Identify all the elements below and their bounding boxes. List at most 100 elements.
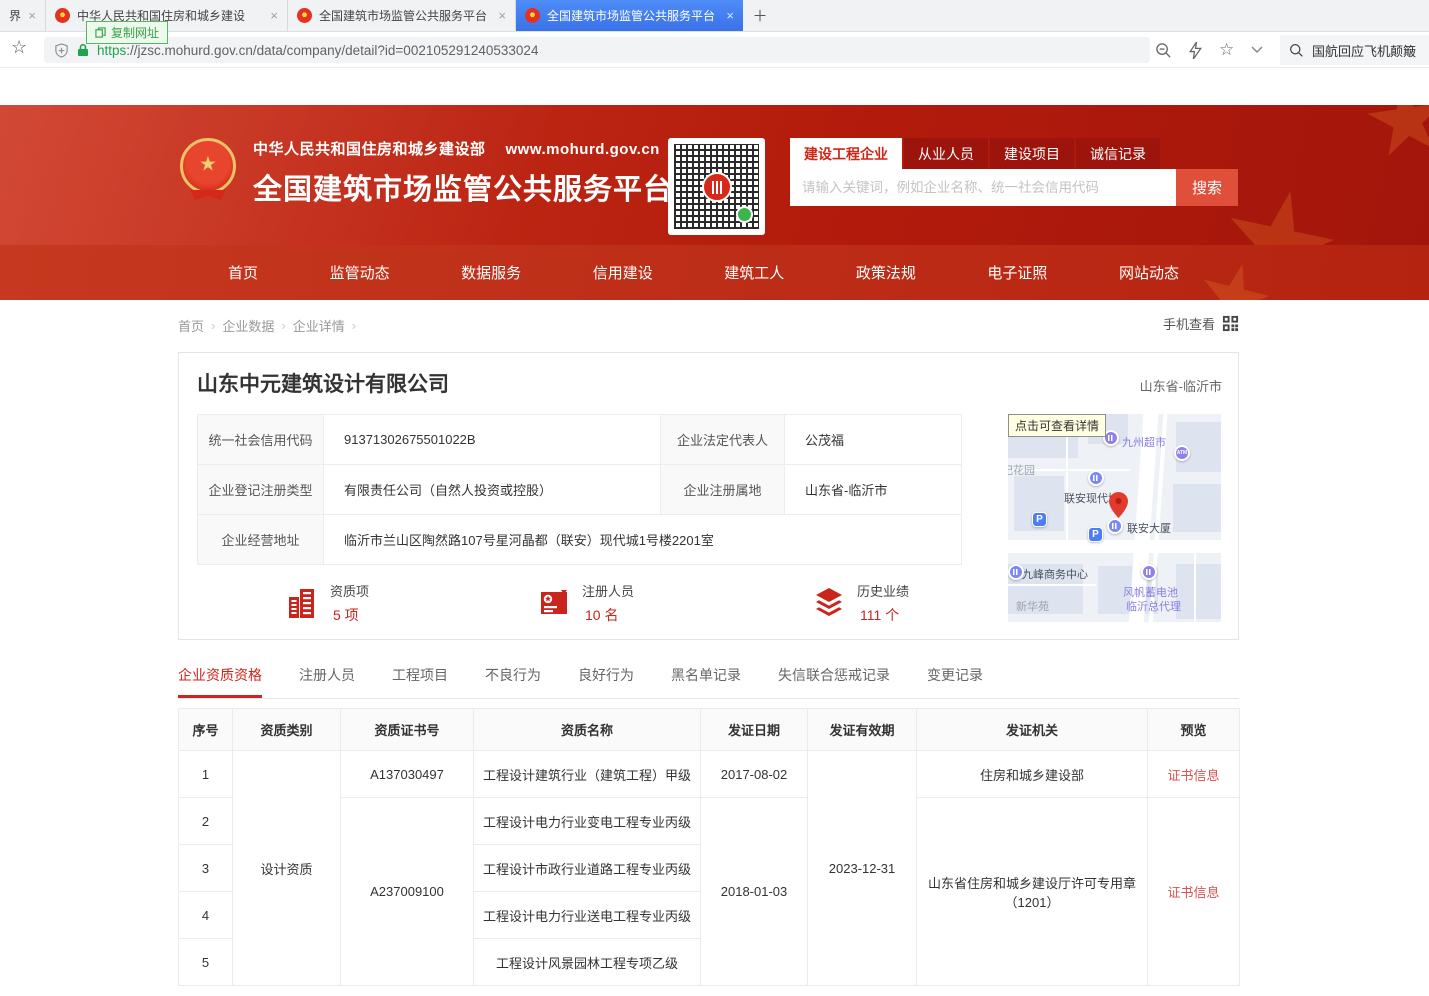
nav-item-workers[interactable]: 建筑工人 <box>724 262 784 283</box>
browser-tab-jzsc-active[interactable]: 全国建筑市场监管公共服务平台 × <box>516 0 743 31</box>
certificate-info-link[interactable]: 证书信息 <box>1167 768 1219 783</box>
breadcrumb-home[interactable]: 首页 <box>178 316 204 335</box>
tab-title: 界 <box>9 7 21 24</box>
certificate-icon <box>537 586 571 620</box>
tab-close-icon[interactable]: × <box>498 8 506 23</box>
shield-plus-icon[interactable] <box>54 43 69 58</box>
stat-registered-personnel: 注册人员10 名 <box>537 581 634 625</box>
modern-city-pin-icon <box>1088 470 1104 486</box>
table-header-row: 序号 资质类别 资质证书号 资质名称 发证日期 发证有效期 发证机关 预览 <box>179 709 1240 751</box>
tab-close-icon[interactable]: × <box>726 8 734 23</box>
building-icon <box>285 586 319 620</box>
tab-good-behavior[interactable]: 良好行为 <box>578 665 634 698</box>
search-button[interactable]: 搜索 <box>1176 169 1238 206</box>
search-tab-project[interactable]: 建设项目 <box>990 138 1074 169</box>
stat-label: 资质项 <box>330 581 369 600</box>
nav-item-home[interactable]: 首页 <box>228 262 258 283</box>
cell-issuer: 山东省住房和城乡建设厅许可专用章 （1201） <box>917 798 1148 986</box>
nav-item-site-news[interactable]: 网站动态 <box>1119 262 1179 283</box>
toolbar-icon-group: ☆ <box>1155 37 1263 63</box>
lightning-icon[interactable] <box>1189 42 1202 59</box>
company-card: 山东中元建筑设计有限公司 山东省-临沂市 统一社会信用代码 9137130267… <box>178 352 1239 640</box>
col-header: 序号 <box>179 709 233 751</box>
breadcrumb-company-detail[interactable]: 企业详情 <box>293 316 345 335</box>
browser-tab-jzsc-1[interactable]: 全国建筑市场监管公共服务平台 × <box>288 0 516 31</box>
info-value: 公茂福 <box>785 415 962 465</box>
certificate-info-link[interactable]: 证书信息 <box>1167 885 1219 900</box>
decor-star <box>1362 105 1429 165</box>
company-name: 山东中元建筑设计有限公司 <box>197 368 449 398</box>
nav-item-credit[interactable]: 信用建设 <box>593 262 653 283</box>
cell-validity: 2023-12-31 <box>808 751 917 986</box>
quick-search-box[interactable]: 国航回应飞机颠簸 <box>1280 35 1429 65</box>
tab-qualifications[interactable]: 企业资质资格 <box>178 665 262 698</box>
browser-tab-partial[interactable]: 界 × <box>0 0 46 31</box>
new-tab-button[interactable]: ＋ <box>743 0 777 31</box>
map-label-xinhua: 新华苑 <box>1016 598 1049 614</box>
header-search: 建设工程企业 从业人员 建设项目 诚信记录 搜索 <box>790 138 1238 206</box>
tab-bad-behavior[interactable]: 不良行为 <box>485 665 541 698</box>
tab-change-records[interactable]: 变更记录 <box>927 665 983 698</box>
page-content: 中华人民共和国住房和城乡建设部www.mohurd.gov.cn 全国建筑市场监… <box>0 68 1429 996</box>
qualification-table: 序号 资质类别 资质证书号 资质名称 发证日期 发证有效期 发证机关 预览 1 … <box>178 708 1240 986</box>
site-header: 中华人民共和国住房和城乡建设部www.mohurd.gov.cn 全国建筑市场监… <box>0 105 1429 245</box>
info-value: 临沂市兰山区陶然路107号星河晶都（联安）现代城1号楼2201室 <box>324 515 962 565</box>
bookmark-star-icon[interactable]: ☆ <box>11 37 27 58</box>
cell-issue-date: 2018-01-03 <box>701 798 808 986</box>
copy-url-tooltip[interactable]: 复制网址 <box>86 21 168 44</box>
tab-blacklist[interactable]: 黑名单记录 <box>671 665 741 698</box>
table-row: 企业登记注册类型 有限责任公司（自然人投资或控股） 企业注册属地 山东省-临沂市 <box>198 465 962 515</box>
tab-registered-personnel[interactable]: 注册人员 <box>299 665 355 698</box>
location-map[interactable]: 点击可查看详情 九州超市 纪花园 联安现代城 联安大厦 P P 九峰商务中心 风… <box>1008 414 1221 622</box>
keyword-search-input[interactable] <box>790 169 1176 206</box>
tab-close-icon[interactable]: × <box>28 8 36 23</box>
address-bar[interactable]: https://jzsc.mohurd.gov.cn/data/company/… <box>44 37 1150 63</box>
breadcrumb-company-data[interactable]: 企业数据 <box>222 316 274 335</box>
search-tab-credit[interactable]: 诚信记录 <box>1076 138 1160 169</box>
map-label-business-center: 九峰商务中心 <box>1022 566 1088 582</box>
tab-dishonesty[interactable]: 失信联合惩戒记录 <box>778 665 890 698</box>
url-protocol: https <box>97 43 126 58</box>
search-tab-personnel[interactable]: 从业人员 <box>904 138 988 169</box>
copy-url-label: 复制网址 <box>111 24 159 41</box>
chevron-down-icon[interactable] <box>1251 46 1263 54</box>
nav-item-supervision[interactable]: 监管动态 <box>330 262 390 283</box>
tab-title: 全国建筑市场监管公共服务平台 <box>547 7 715 24</box>
company-region: 山东省-临沂市 <box>1140 376 1222 395</box>
breadcrumb-sep-icon: › <box>211 318 215 333</box>
nav-item-data-service[interactable]: 数据服务 <box>461 262 521 283</box>
qr-code-icon <box>1222 315 1239 332</box>
favorite-star-icon[interactable]: ☆ <box>1219 40 1234 60</box>
emblem-favicon-icon <box>55 8 70 23</box>
col-header: 资质名称 <box>474 709 701 751</box>
brand-ministry-line: 中华人民共和国住房和城乡建设部www.mohurd.gov.cn <box>253 138 673 159</box>
parking-icon: P <box>1088 527 1103 542</box>
cell-qual-name: 工程设计市政行业道路工程专业丙级 <box>474 845 701 892</box>
zoom-out-icon[interactable] <box>1155 42 1172 59</box>
stat-value: 111 个 <box>857 605 909 625</box>
nav-item-policy[interactable]: 政策法规 <box>856 262 916 283</box>
browser-tab-strip: 界 × 中华人民共和国住房和城乡建设 × 全国建筑市场监管公共服务平台 × 全国… <box>0 0 1429 32</box>
tab-projects[interactable]: 工程项目 <box>392 665 448 698</box>
emblem-favicon-icon <box>525 8 540 23</box>
info-value: 山东省-临沂市 <box>785 465 962 515</box>
search-tab-enterprise[interactable]: 建设工程企业 <box>790 138 902 169</box>
tab-title: 全国建筑市场监管公共服务平台 <box>319 7 487 24</box>
info-label: 企业注册属地 <box>661 465 785 515</box>
site-qr-code <box>668 138 765 235</box>
url-text[interactable]: https://jzsc.mohurd.gov.cn/data/company/… <box>97 43 538 58</box>
col-header: 资质类别 <box>233 709 341 751</box>
cell-category: 设计资质 <box>233 751 341 986</box>
nav-item-e-license[interactable]: 电子证照 <box>987 262 1047 283</box>
tower-pin-icon <box>1107 518 1123 534</box>
issuer-line-2: （1201） <box>919 892 1145 911</box>
mobile-view-button[interactable]: 手机查看 <box>1163 314 1239 333</box>
cell-issue-date: 2017-08-02 <box>701 751 808 798</box>
tab-close-icon[interactable]: × <box>270 8 278 23</box>
stat-value: 10 名 <box>582 605 634 625</box>
map-label-garden: 纪花园 <box>1008 462 1035 478</box>
breadcrumb-sep-icon: › <box>281 318 285 333</box>
search-category-tabs: 建设工程企业 从业人员 建设项目 诚信记录 <box>790 138 1238 169</box>
qr-logo-icon <box>702 172 732 202</box>
cell-cert-no: A237009100 <box>341 798 474 986</box>
